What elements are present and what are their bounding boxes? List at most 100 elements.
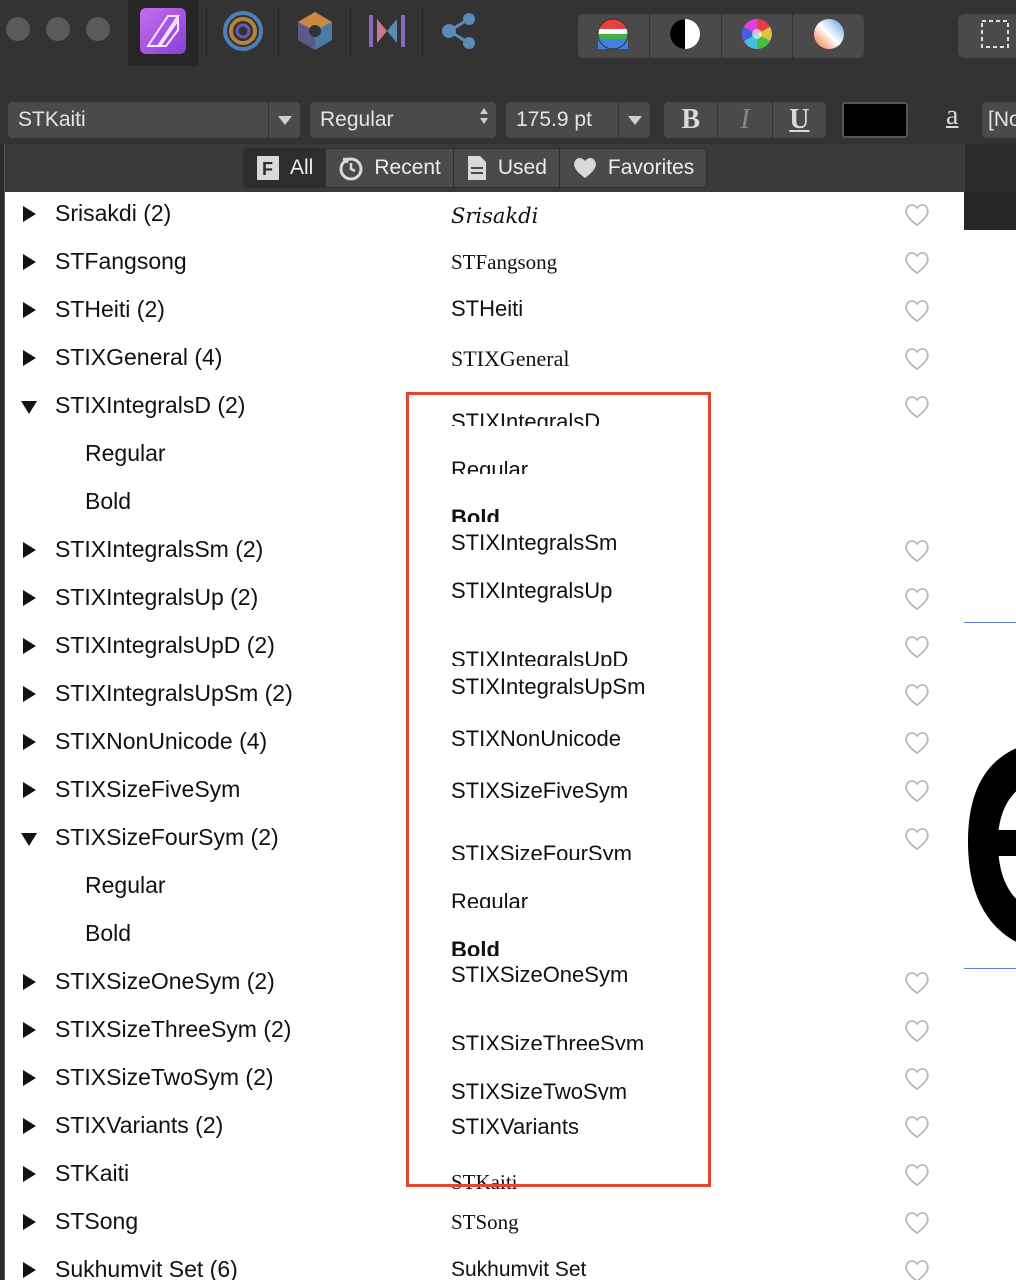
zoom-window-button[interactable] (86, 17, 110, 41)
favorite-heart-icon[interactable] (903, 682, 931, 708)
favorite-heart-icon[interactable] (903, 826, 931, 852)
export-persona-button[interactable] (352, 0, 422, 66)
disclosure-open-icon[interactable] (21, 833, 37, 846)
clock-icon (338, 155, 364, 181)
export-persona-icon (365, 9, 409, 58)
designer-persona-icon (138, 6, 188, 61)
chevron-down-icon (277, 115, 292, 125)
favorite-heart-icon[interactable] (903, 538, 931, 564)
disclosure-closed-icon[interactable] (23, 1070, 36, 1086)
disclosure-closed-icon[interactable] (23, 734, 36, 750)
font-family-row[interactable]: STFangsong STFangsong (5, 240, 965, 288)
tab-recent[interactable]: Recent (326, 149, 454, 187)
gradient-button[interactable] (793, 14, 864, 58)
disclosure-closed-icon[interactable] (23, 1166, 36, 1182)
favorite-heart-icon[interactable] (903, 202, 931, 228)
svg-text:F: F (262, 159, 273, 179)
favorite-heart-icon[interactable] (903, 634, 931, 660)
font-name-label: Bold (85, 488, 132, 514)
font-family-row[interactable]: STIXGeneral (4) STIXGeneral (5, 336, 965, 384)
marquee-selection-button[interactable] (958, 14, 1016, 58)
font-name-label: STIXIntegralsUpD (2) (55, 632, 275, 658)
disclosure-closed-icon[interactable] (23, 542, 36, 558)
tab-all[interactable]: F All (244, 149, 327, 187)
disclosure-closed-icon[interactable] (23, 302, 36, 318)
favorite-heart-icon[interactable] (903, 730, 931, 756)
disclosure-closed-icon[interactable] (23, 350, 36, 366)
font-preview-sample: STFangsong (451, 250, 558, 274)
black-white-button[interactable] (650, 14, 722, 58)
font-preview-sample: Sukhumvit Set (451, 1258, 587, 1280)
font-family-row[interactable]: STHeiti (2) STHeiti (5, 288, 965, 336)
underline-button[interactable]: U (773, 102, 826, 138)
favorite-heart-icon[interactable] (903, 778, 931, 804)
font-name-label: STHeiti (2) (55, 296, 165, 322)
character-panel-button[interactable]: a (946, 100, 958, 132)
font-name-label: STIXSizeThreeSym (2) (55, 1016, 292, 1042)
pixel-persona-button[interactable] (280, 0, 350, 66)
favorite-heart-icon[interactable] (903, 1066, 931, 1092)
highlight-annotation-box (406, 392, 711, 1187)
tab-favorites-label: Favorites (607, 156, 695, 179)
disclosure-closed-icon[interactable] (23, 638, 36, 654)
updown-chevron-icon (480, 108, 488, 124)
text-color-swatch[interactable] (842, 102, 908, 138)
favorite-heart-icon[interactable] (903, 298, 931, 324)
font-size-field[interactable]: 175.9 pt (506, 102, 650, 138)
font-name-label: STFangsong (55, 248, 187, 274)
disclosure-closed-icon[interactable] (23, 590, 36, 606)
close-window-button[interactable] (6, 17, 30, 41)
italic-button[interactable]: I (718, 102, 773, 138)
text-style-field[interactable]: [No (982, 102, 1016, 138)
favorite-heart-icon[interactable] (903, 1114, 931, 1140)
favorite-heart-icon[interactable] (903, 250, 931, 276)
font-family-row[interactable]: STSong STSong (5, 1200, 965, 1248)
font-family-dropdown-button[interactable] (268, 102, 300, 138)
favorite-heart-icon[interactable] (903, 1018, 931, 1044)
disclosure-open-icon[interactable] (21, 401, 37, 414)
favorite-heart-icon[interactable] (903, 346, 931, 372)
disclosure-closed-icon[interactable] (23, 1262, 36, 1278)
font-name-label: STIXIntegralsUp (2) (55, 584, 259, 610)
font-icon: F (256, 155, 280, 181)
font-preview-sample: STHeiti (451, 296, 524, 321)
hsl-button[interactable] (722, 14, 794, 58)
hue-wheel-icon (740, 17, 774, 56)
designer-persona-button[interactable] (128, 0, 198, 66)
favorite-heart-icon[interactable] (903, 1210, 931, 1236)
font-name-label: STIXIntegralsUpSm (2) (55, 680, 293, 706)
photo-persona-button[interactable] (208, 0, 278, 66)
disclosure-closed-icon[interactable] (23, 1214, 36, 1230)
tab-used[interactable]: Used (454, 149, 560, 187)
tab-favorites[interactable]: Favorites (560, 149, 706, 187)
disclosure-closed-icon[interactable] (23, 1118, 36, 1134)
chevron-down-icon (627, 115, 642, 125)
font-family-field[interactable]: STKaiti (8, 102, 300, 138)
canvas-glyph (964, 712, 1016, 972)
disclosure-closed-icon[interactable] (23, 974, 36, 990)
disclosure-closed-icon[interactable] (23, 206, 36, 222)
font-name-label: STIXIntegralsSm (2) (55, 536, 264, 562)
font-family-row[interactable]: Srisakdi (2) Srisakdi (5, 192, 965, 240)
minimize-window-button[interactable] (46, 17, 70, 41)
font-name-label: STIXSizeFourSym (2) (55, 824, 279, 850)
color-balance-button[interactable] (578, 14, 650, 58)
favorite-heart-icon[interactable] (903, 970, 931, 996)
share-button[interactable] (424, 0, 494, 66)
main-toolbar (0, 0, 1016, 94)
disclosure-closed-icon[interactable] (23, 686, 36, 702)
bold-button[interactable]: B (664, 102, 719, 138)
font-name-label: STIXGeneral (4) (55, 344, 223, 370)
font-family-row[interactable]: Sukhumvit Set (6) Sukhumvit Set (5, 1248, 965, 1280)
disclosure-closed-icon[interactable] (23, 254, 36, 270)
favorite-heart-icon[interactable] (903, 394, 931, 420)
disclosure-closed-icon[interactable] (23, 782, 36, 798)
favorite-heart-icon[interactable] (903, 1162, 931, 1188)
font-name-label: Srisakdi (2) (55, 200, 172, 226)
disclosure-closed-icon[interactable] (23, 1022, 36, 1038)
favorite-heart-icon[interactable] (903, 586, 931, 612)
font-style-select[interactable]: Regular (310, 102, 496, 138)
font-size-dropdown-button[interactable] (618, 102, 650, 138)
marquee-icon (980, 19, 1010, 54)
favorite-heart-icon[interactable] (903, 1258, 931, 1280)
